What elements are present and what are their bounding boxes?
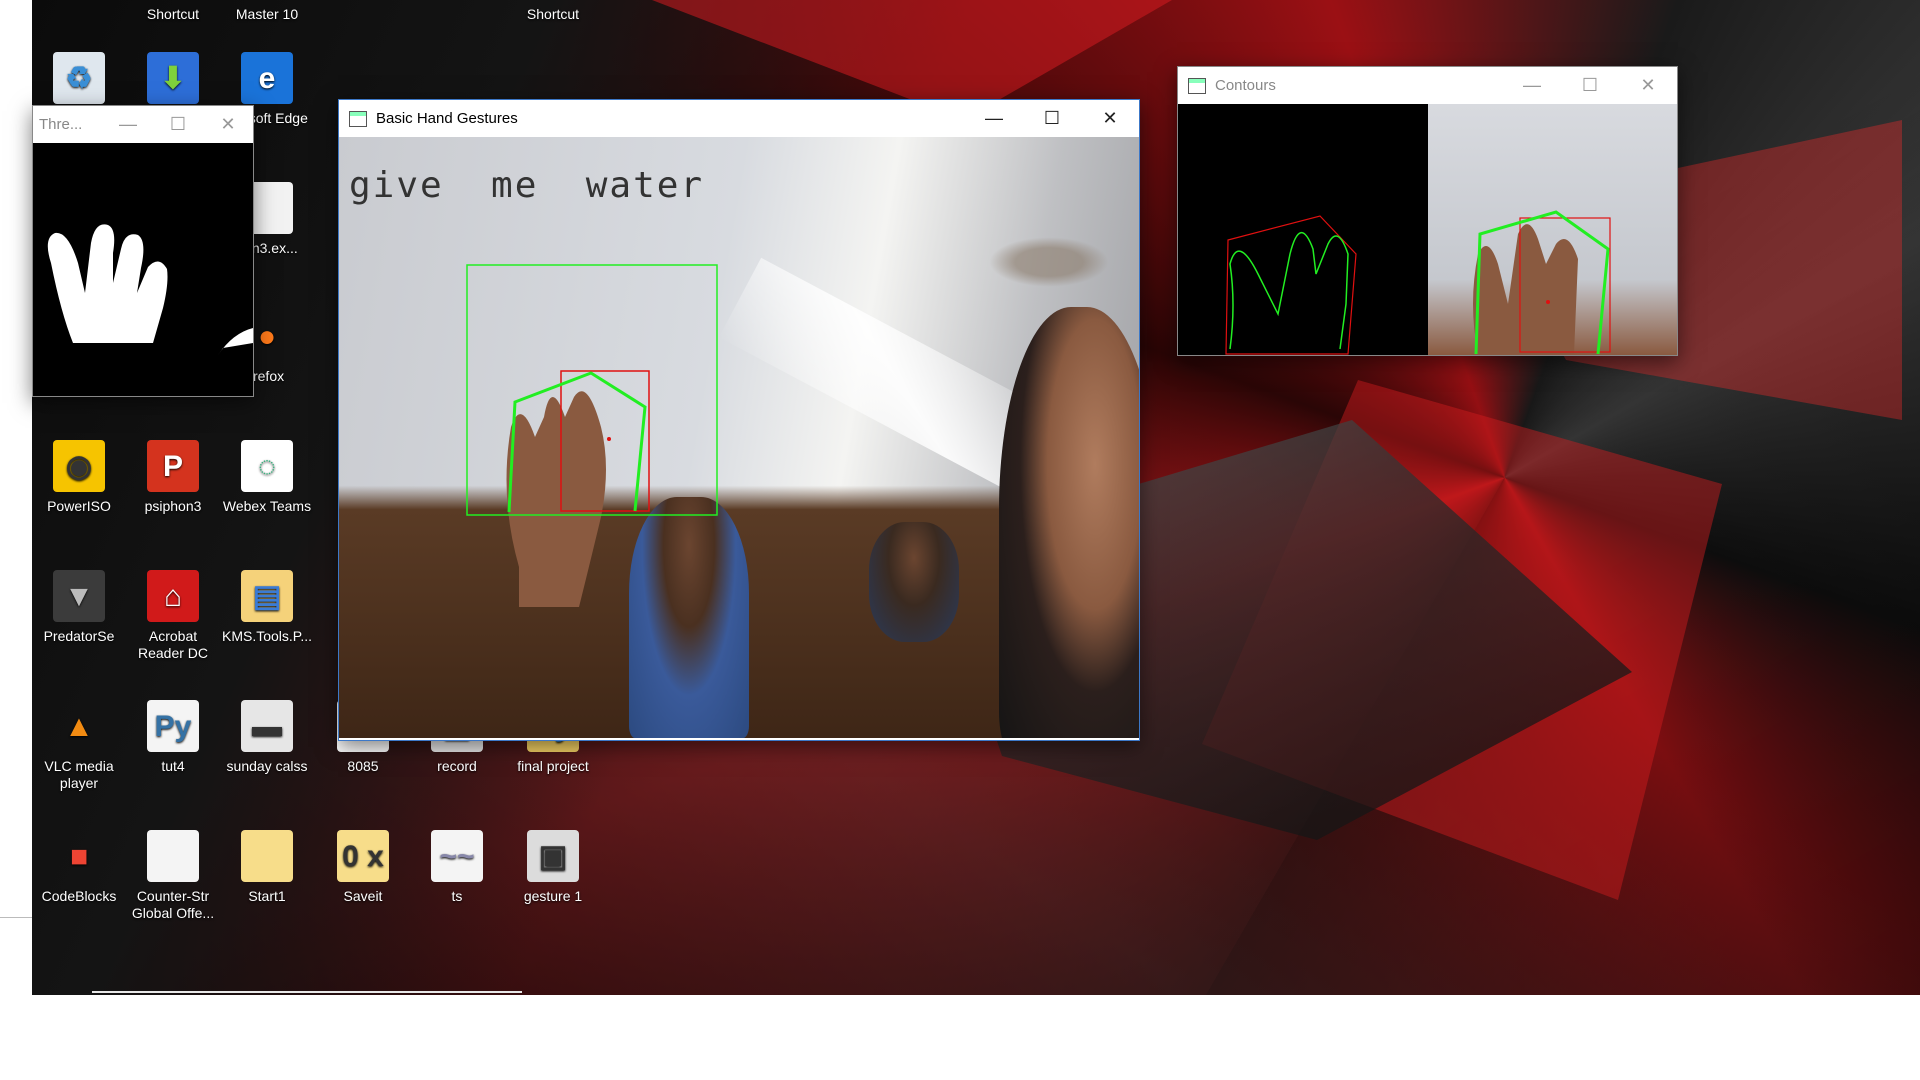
desktop-icon-poweriso[interactable]: ◉ PowerISO [34,440,124,515]
desktop-icon-psiphon3[interactable]: Ppsiphon3 [128,440,218,515]
gestures-window-title: Basic Hand Gestures [376,110,518,127]
threshold-view [33,143,253,396]
saveit-icon: 0 x [337,830,389,882]
start1-icon [241,830,293,882]
desktop-icon-kms[interactable]: ▤ KMS.Tools.P... [222,570,312,645]
gestures-titlebar[interactable]: Basic Hand Gestures — ☐ ✕ [339,100,1139,137]
desktop-icon-predator[interactable]: ▼ PredatorSe [34,570,124,645]
desktop-icon-vlc[interactable]: ▲ VLC media player [34,700,124,792]
minimize-button[interactable]: — [103,106,153,143]
close-button[interactable]: ✕ [203,106,253,143]
desktop-icon-label: Saveit [343,888,383,904]
contours-titlebar[interactable]: Contours — ☐ ✕ [1178,67,1677,104]
recycle-bin-icon: ♻ [53,52,105,104]
desktop-icon-label: PowerISO [47,498,111,514]
desktop-icon-label: tut4 [161,758,185,774]
camera-feed: give me water [339,137,1139,738]
desktop-icon-label: Start1 [248,888,286,904]
codeblocks-icon: ■ [69,839,89,873]
vlc-icon: ▲ [64,709,94,743]
desktop-icon-acrobat[interactable]: ⌂ Acrobat Reader DC [128,570,218,662]
desktop-icon-label: sunday calss [226,758,308,774]
threshold-window[interactable]: Thre... — ☐ ✕ [32,105,254,397]
minimize-button[interactable]: — [1503,67,1561,104]
desktop-icon-codeblocks[interactable]: ■ CodeBlocks [34,830,124,905]
contours-window-title: Contours [1215,77,1276,94]
kms-icon: ▤ [241,570,293,622]
desktop-icon-label: Webex Teams [222,498,312,514]
desktop-icon-label: CodeBlocks [41,888,117,904]
desktop-icon-label: PredatorSe [43,628,115,644]
gestures-window[interactable]: Basic Hand Gestures — ☐ ✕ give me water [338,99,1140,741]
maximize-button[interactable]: ☐ [1023,100,1081,137]
contours-window[interactable]: Contours — ☐ ✕ [1177,66,1678,356]
desktop-icon-recycle-bin[interactable]: ♻ [34,52,124,110]
taskbar-edge [92,991,522,993]
desktop-icon-start1[interactable]: Start1 [222,830,312,905]
desktop-icon-label: final project [517,758,589,774]
desktop-label-shortcut-2[interactable]: Shortcut [508,6,598,23]
threshold-titlebar[interactable]: Thre... — ☐ ✕ [33,106,253,143]
window-app-icon [349,110,367,127]
contours-view [1178,104,1677,355]
tut4-icon: Py [147,700,199,752]
counter-icon [147,830,199,882]
threshold-window-title: Thre... [39,116,83,133]
desktop-icon-label: Acrobat Reader DC [137,628,209,661]
close-button[interactable]: ✕ [1619,67,1677,104]
hand-image [506,391,606,607]
desktop-icon-label: KMS.Tools.P... [222,628,313,644]
desktop-icon-label: VLC media player [44,758,114,791]
sunday-icon: ▬ [241,700,293,752]
contour-panel-right [1428,104,1677,355]
webex-icon: ◌ [241,440,293,492]
ts-icon: ~~ [431,830,483,882]
desktop-icon-tut4[interactable]: Py tut4 [128,700,218,775]
desktop-label-shortcut-1[interactable]: Shortcut [128,6,218,23]
window-app-icon [1188,77,1206,94]
idm-icon: ⬇ [147,52,199,104]
acrobat-icon: ⌂ [147,570,199,622]
poweriso-icon: ◉ [53,440,105,492]
desktop-icon-label: gesture 1 [523,888,583,904]
desktop-icon-counter[interactable]: Counter-Str Global Offe... [128,830,218,922]
desktop-icon-label: record [437,758,477,774]
gesture-annotations [466,264,718,607]
threshold-hand-image [47,224,253,355]
maximize-button[interactable]: ☐ [1561,67,1619,104]
desktop-icon-label: 8085 [347,758,379,774]
desktop-icon-label: psiphon3 [144,498,202,514]
desktop-icon-gesture1[interactable]: ▣ gesture 1 [508,830,598,905]
desktop-icon-saveit[interactable]: 0 x Saveit [318,830,408,905]
psiphon3-icon: P [147,440,199,492]
centroid-dot [607,437,611,441]
desktop-label-master-10[interactable]: Master 10 [222,6,312,23]
close-button[interactable]: ✕ [1081,100,1139,137]
gesture1-icon: ▣ [527,830,579,882]
desktop-icon-idm[interactable]: ⬇ [128,52,218,110]
left-edge-line [0,917,32,918]
desktop-icon-sunday[interactable]: ▬ sunday calss [222,700,312,775]
desktop-icon-webex[interactable]: ◌ Webex Teams [222,440,312,515]
desktop-icon-label: ts [451,888,463,904]
predator-icon: ▼ [53,570,105,622]
desktop-icon-ts[interactable]: ~~ ts [412,830,502,905]
contour-panel-left [1178,104,1428,355]
edge-icon: e [241,52,293,104]
minimize-button[interactable]: — [965,100,1023,137]
maximize-button[interactable]: ☐ [153,106,203,143]
desktop-icon-label: Counter-Str Global Offe... [131,888,215,921]
wallpaper-shard [1202,380,1722,900]
